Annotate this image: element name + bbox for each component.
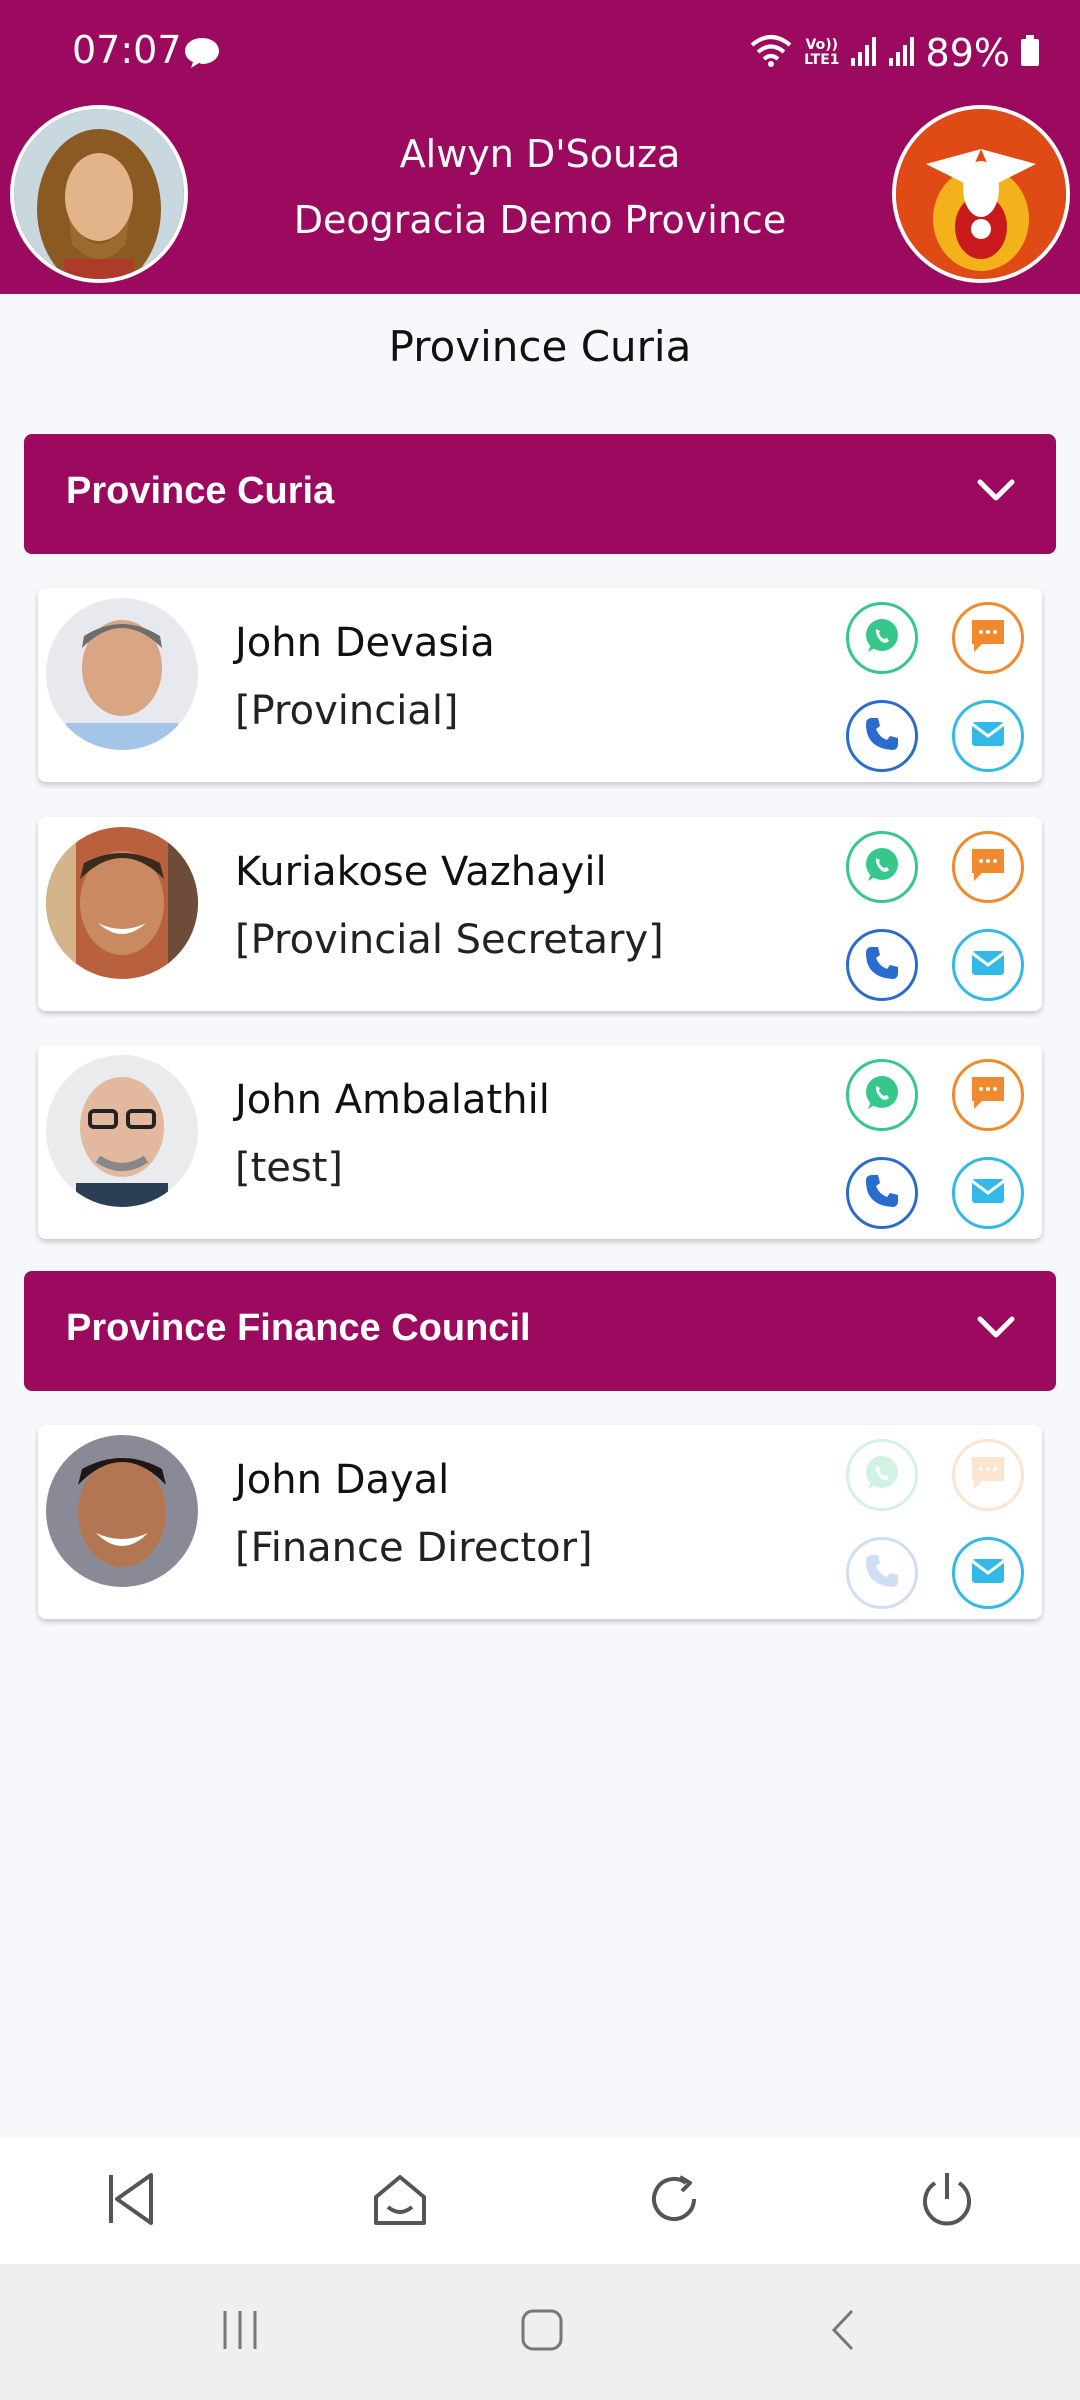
- message-icon: [968, 616, 1008, 660]
- call-button[interactable]: [846, 700, 918, 772]
- message-button[interactable]: [952, 831, 1024, 903]
- member-card[interactable]: John Ambalathil [test]: [38, 1045, 1042, 1239]
- call-button[interactable]: [846, 929, 918, 1001]
- power-button[interactable]: [912, 2166, 982, 2236]
- member-name: John Dayal: [235, 1457, 450, 1503]
- member-photo: [46, 598, 198, 750]
- member-photo: [46, 827, 198, 979]
- member-card[interactable]: Kuriakose Vazhayil [Provincial Secretary…: [38, 817, 1042, 1011]
- message-button: [952, 1439, 1024, 1511]
- chevron-down-icon[interactable]: [976, 476, 1016, 510]
- jesus-portrait-avatar[interactable]: [10, 105, 188, 283]
- system-back-button[interactable]: [810, 2300, 880, 2364]
- user-name: Alwyn D'Souza: [399, 132, 681, 176]
- member-role: [test]: [235, 1145, 344, 1191]
- back-button[interactable]: [96, 2166, 166, 2236]
- battery-level: 89%: [925, 31, 1010, 75]
- message-icon: [968, 845, 1008, 889]
- back-icon: [822, 2307, 868, 2357]
- signal-icon: [850, 34, 878, 72]
- whatsapp-button[interactable]: [846, 831, 918, 903]
- member-name: John Devasia: [235, 620, 495, 666]
- province-name: Deogracia Demo Province: [293, 198, 787, 242]
- power-icon: [917, 2169, 977, 2233]
- member-photo: [46, 1055, 198, 1207]
- member-photo: [46, 1435, 198, 1587]
- call-button[interactable]: [846, 1157, 918, 1229]
- mail-icon: [968, 1171, 1008, 1215]
- recents-icon: [217, 2307, 263, 2357]
- home-button[interactable]: [365, 2166, 435, 2236]
- member-card[interactable]: John Devasia [Provincial]: [38, 588, 1042, 782]
- section-title: Province Finance Council: [66, 1307, 531, 1349]
- signal-icon: [888, 34, 916, 72]
- recents-button[interactable]: [205, 2300, 275, 2364]
- whatsapp-icon: [862, 1453, 902, 1497]
- chevron-down-icon[interactable]: [976, 1313, 1016, 1347]
- bottom-navigation: [0, 2138, 1080, 2264]
- system-home-button[interactable]: [507, 2300, 577, 2364]
- member-name: John Ambalathil: [235, 1077, 550, 1123]
- message-button[interactable]: [952, 1059, 1024, 1131]
- member-card[interactable]: John Dayal [Finance Director]: [38, 1425, 1042, 1619]
- whatsapp-icon: [862, 616, 902, 660]
- phone-icon: [862, 943, 902, 987]
- whatsapp-icon: [862, 845, 902, 889]
- section-header-province-curia[interactable]: Province Curia: [24, 434, 1056, 554]
- refresh-icon: [644, 2169, 704, 2233]
- system-navigation-bar: [0, 2264, 1080, 2400]
- section-header-finance-council[interactable]: Province Finance Council: [24, 1271, 1056, 1391]
- home-icon: [519, 2307, 565, 2357]
- email-button[interactable]: [952, 700, 1024, 772]
- message-icon: [968, 1453, 1008, 1497]
- battery-icon: [1020, 35, 1040, 71]
- whatsapp-icon: [862, 1073, 902, 1117]
- member-name: Kuriakose Vazhayil: [235, 849, 607, 895]
- member-role: [Provincial]: [235, 688, 459, 734]
- mail-icon: [968, 714, 1008, 758]
- email-button[interactable]: [952, 1537, 1024, 1609]
- section-title: Province Curia: [66, 470, 335, 512]
- volte-indicator: Vo)) LTE1: [804, 38, 839, 68]
- status-time: 07:07: [72, 28, 182, 72]
- chat-notification-icon: [183, 36, 221, 74]
- whatsapp-button[interactable]: [846, 602, 918, 674]
- home-icon: [370, 2169, 430, 2233]
- email-button[interactable]: [952, 929, 1024, 1001]
- phone-icon: [862, 1551, 902, 1595]
- lte-label: LTE1: [804, 52, 840, 68]
- refresh-button[interactable]: [639, 2166, 709, 2236]
- member-role: [Provincial Secretary]: [235, 917, 664, 963]
- call-button: [846, 1537, 918, 1609]
- phone-icon: [862, 1171, 902, 1215]
- whatsapp-button: [846, 1439, 918, 1511]
- message-button[interactable]: [952, 602, 1024, 674]
- phone-icon: [862, 714, 902, 758]
- email-button[interactable]: [952, 1157, 1024, 1229]
- mail-icon: [968, 943, 1008, 987]
- holy-spirit-logo[interactable]: [892, 105, 1070, 283]
- whatsapp-button[interactable]: [846, 1059, 918, 1131]
- wifi-icon: [748, 33, 794, 73]
- app-header: 07:07 Vo)) LTE1 89% Alwyn D'Souza Deogra…: [0, 0, 1080, 294]
- status-icons: Vo)) LTE1 89%: [748, 28, 1040, 78]
- mail-icon: [968, 1551, 1008, 1595]
- member-role: [Finance Director]: [235, 1525, 593, 1571]
- page-title: Province Curia: [388, 322, 692, 371]
- volte-label: Vo)): [805, 37, 839, 53]
- message-icon: [968, 1073, 1008, 1117]
- status-bar: 07:07 Vo)) LTE1 89%: [0, 0, 1080, 100]
- back-icon: [101, 2169, 161, 2233]
